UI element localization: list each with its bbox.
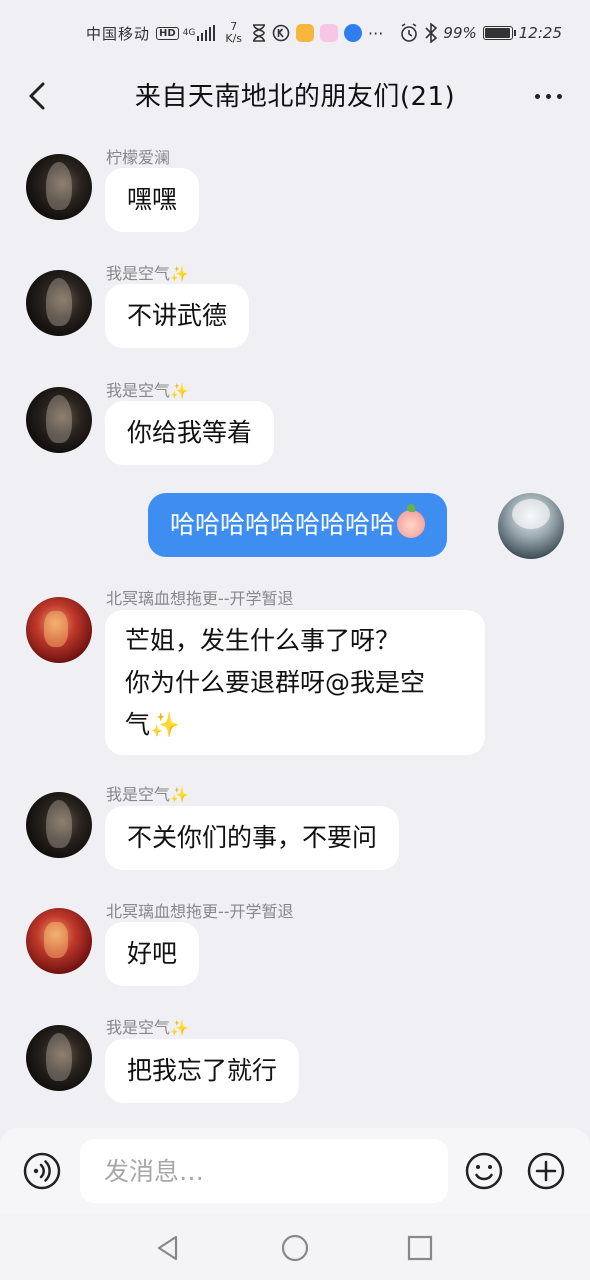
square-recents-icon: [407, 1235, 433, 1261]
chat-header: 来自天南地北的朋友们(21): [0, 66, 590, 122]
smiley-icon: [465, 1152, 503, 1190]
clock: 12:25: [518, 24, 562, 42]
message-bubble[interactable]: 嘿嘿: [105, 168, 200, 232]
message-bubble[interactable]: 芒姐，发生什么事了呀？ 你为什么要退群呀@我是空 气✨: [105, 610, 485, 755]
avatar[interactable]: [26, 908, 92, 974]
own-message-text: 哈哈哈哈哈哈哈哈哈: [170, 510, 396, 539]
dot-icon: [534, 93, 540, 99]
sender-name[interactable]: 北冥璃血想拖更--开学暂退: [106, 585, 294, 609]
speed-unit: K/s: [225, 32, 243, 45]
more-actions-button[interactable]: [526, 1151, 566, 1191]
sender-name[interactable]: 我是空气✨: [106, 260, 189, 284]
sender-name[interactable]: 柠檬爱澜: [106, 144, 170, 168]
message-bubble[interactable]: 不关你们的事，不要问: [105, 806, 400, 870]
plus-icon: [527, 1152, 565, 1190]
message-bubble[interactable]: 不讲武德: [105, 284, 250, 348]
peach-emoji-icon: [397, 504, 426, 538]
chat-screen: 中国移动 HD 4G 7 K/s ··· 99% 12:25 来自天南地北的朋友…: [0, 0, 590, 1280]
k-app-icon: [272, 24, 290, 42]
system-nav-bar: [0, 1214, 590, 1280]
battery-icon: [482, 26, 516, 40]
own-avatar[interactable]: [498, 493, 564, 559]
avatar[interactable]: [26, 154, 92, 220]
group-title: 来自天南地北的朋友们(21): [134, 81, 456, 112]
chevron-left-icon: [29, 82, 45, 110]
avatar[interactable]: [26, 387, 92, 453]
dot-icon: [556, 93, 562, 99]
sender-name[interactable]: 我是空气✨: [106, 1014, 189, 1038]
network-type: 4G: [182, 27, 196, 38]
emoji-button[interactable]: [464, 1151, 504, 1191]
avatar[interactable]: [26, 792, 92, 858]
message-bubble[interactable]: 好吧: [105, 922, 200, 986]
sender-name[interactable]: 我是空气✨: [106, 377, 189, 401]
sender-name-text: 我是空气: [106, 381, 171, 400]
voice-button[interactable]: [22, 1151, 62, 1191]
nav-recents-button[interactable]: [404, 1232, 436, 1264]
message-line-text: 气: [125, 710, 151, 739]
signal-icon: [197, 25, 216, 41]
sparkle-icon: ✨: [150, 711, 180, 739]
hd-badge: HD: [156, 26, 179, 40]
input-bar: [0, 1128, 590, 1214]
circle-home-icon: [281, 1234, 309, 1262]
nav-back-button[interactable]: [152, 1232, 184, 1264]
sender-name-text: 我是空气: [106, 264, 171, 283]
app-notification-icon: [296, 24, 315, 42]
message-bubble[interactable]: 你给我等着: [105, 401, 275, 465]
hourglass-icon: [253, 24, 266, 42]
message-line: 气✨: [125, 704, 465, 746]
status-bar: 中国移动 HD 4G 7 K/s ··· 99% 12:25: [0, 0, 590, 66]
network-speed: 7 K/s: [225, 21, 242, 45]
more-notifications-icon: ···: [368, 23, 384, 43]
status-right: 99% 12:25: [399, 23, 562, 43]
avatar[interactable]: [26, 597, 92, 663]
back-button[interactable]: [18, 76, 58, 116]
sparkle-icon: ✨: [170, 1019, 189, 1037]
sender-name-text: 我是空气: [106, 1018, 171, 1037]
battery-percent: 99%: [443, 24, 477, 42]
sender-name[interactable]: 我是空气✨: [106, 781, 189, 805]
own-message-bubble[interactable]: 哈哈哈哈哈哈哈哈哈: [148, 493, 448, 557]
notification-icons: ···: [252, 24, 383, 43]
message-line: 芒姐，发生什么事了呀？: [125, 626, 401, 655]
bluetooth-icon: [425, 23, 438, 43]
sparkle-icon: ✨: [170, 382, 189, 400]
alarm-icon: [401, 23, 418, 42]
avatar[interactable]: [26, 1025, 92, 1091]
app-notification-icon: [320, 24, 339, 42]
sparkle-icon: ✨: [170, 265, 189, 283]
message-line: 你为什么要退群呀@我是空: [125, 668, 426, 697]
avatar[interactable]: [26, 270, 92, 336]
carrier-name: 中国移动: [86, 24, 151, 43]
more-options-button[interactable]: [528, 78, 568, 114]
triangle-back-icon: [157, 1235, 178, 1261]
app-notification-icon: [344, 24, 363, 42]
message-input[interactable]: [80, 1139, 448, 1203]
sender-name[interactable]: 北冥璃血想拖更--开学暂退: [106, 898, 294, 922]
voice-icon: [23, 1152, 61, 1190]
nav-home-button[interactable]: [279, 1232, 311, 1264]
dot-icon: [545, 93, 551, 99]
sparkle-icon: ✨: [170, 786, 189, 804]
sender-name-text: 我是空气: [106, 785, 171, 804]
message-bubble[interactable]: 把我忘了就行: [105, 1039, 300, 1103]
